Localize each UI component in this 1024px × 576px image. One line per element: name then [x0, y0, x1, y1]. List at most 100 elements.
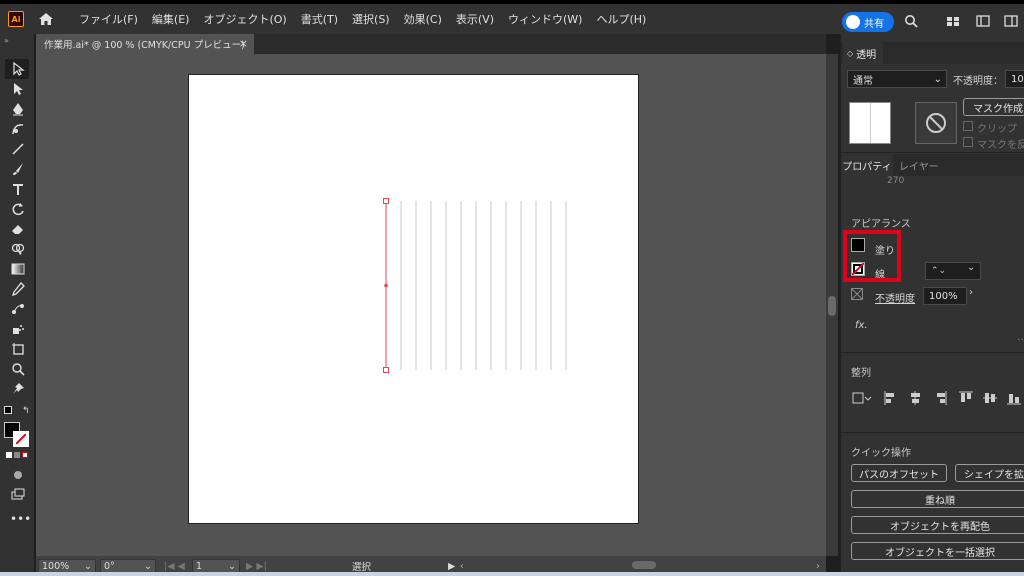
align-icons[interactable]: [851, 390, 1024, 406]
person-icon: [846, 15, 860, 29]
right-panel: ◇透明 通常 ⌄ 不透明度： 100 マスク作成 クリップ マスクを反 プロパティ…: [840, 34, 1024, 572]
stroke-swatch[interactable]: [13, 431, 29, 447]
chevron-right-icon[interactable]: ›: [969, 287, 981, 305]
appearance-opacity-label[interactable]: 不透明度: [875, 290, 915, 305]
menu-object[interactable]: オブジェクト(O): [196, 11, 293, 27]
menu-type[interactable]: 書式(T): [294, 11, 345, 27]
fx-icon[interactable]: fx.: [855, 320, 868, 331]
panel-layout-icon[interactable]: [1004, 14, 1018, 28]
artboard-number-field[interactable]: 1 ⌄: [192, 559, 240, 573]
artboard-tool-icon[interactable]: [10, 341, 26, 357]
recolor-button[interactable]: オブジェクトを再配色: [851, 516, 1024, 534]
home-icon[interactable]: [38, 11, 54, 27]
canvas-area[interactable]: [36, 54, 826, 556]
chevron-down-icon[interactable]: ⌄: [967, 262, 981, 280]
clip-checkbox[interactable]: [963, 121, 973, 131]
menu-view[interactable]: 表示(V): [449, 11, 501, 27]
status-menu-icon[interactable]: ▶: [448, 561, 455, 572]
scroll-thumb[interactable]: [828, 296, 836, 316]
rotation-value: 0°: [104, 560, 115, 572]
current-tool-label: 選択: [352, 562, 372, 573]
horizontal-scroll-thumb[interactable]: [632, 561, 656, 569]
direct-selection-tool-icon[interactable]: [10, 81, 26, 97]
share-button[interactable]: 共有: [842, 12, 894, 32]
first-artboard-icon[interactable]: |◀ ◀: [164, 561, 185, 572]
mask-thumbnail[interactable]: [915, 102, 957, 144]
arrange-documents-icon[interactable]: [946, 14, 960, 28]
document-tab[interactable]: 作業用.ai* @ 100 % (CMYK/CPU プレビュー) ×: [36, 34, 254, 54]
tools-panel: » ↰ •••: [0, 34, 34, 576]
transparency-panel-header: ◇ 透明: [841, 42, 1024, 64]
search-icon[interactable]: [904, 14, 918, 28]
opacity-swatch-icon: [851, 288, 863, 300]
chevron-down-icon: ⌄: [933, 73, 942, 85]
vertical-scrollbar[interactable]: [826, 54, 838, 556]
opacity-input[interactable]: 100: [1005, 70, 1024, 88]
eyedropper-tool-icon[interactable]: [10, 281, 26, 297]
default-colors-icon[interactable]: [4, 406, 12, 414]
more-icon[interactable]: …: [1017, 332, 1024, 343]
select-same-button[interactable]: オブジェクトを一括選択: [851, 542, 1024, 560]
tab-transparency[interactable]: ◇ 透明: [843, 42, 883, 64]
selection-tool-icon[interactable]: [10, 61, 26, 77]
appearance-opacity-value: 100%: [929, 290, 958, 302]
menu-select[interactable]: 選択(S): [345, 11, 397, 27]
tab-properties[interactable]: プロパティ: [841, 154, 893, 176]
tab-layers[interactable]: レイヤー: [899, 154, 939, 176]
blend-mode-value: 通常: [853, 75, 873, 87]
scroll-right-icon[interactable]: ›: [816, 561, 820, 572]
appearance-opacity-input[interactable]: 100%: [923, 287, 967, 305]
menu-edit[interactable]: 編集(E): [145, 11, 197, 27]
expand-shape-button[interactable]: シェイプを拡: [955, 464, 1024, 482]
no-mask-icon: [926, 113, 946, 133]
zoom-value: 100%: [42, 560, 70, 572]
zoom-field[interactable]: 100% ⌄: [38, 559, 96, 573]
make-mask-button[interactable]: マスク作成: [963, 98, 1024, 116]
draw-mode-icon[interactable]: [10, 466, 26, 482]
blend-tool-icon[interactable]: [10, 301, 26, 317]
quick-actions-title: クイック操作: [851, 448, 911, 459]
document-tab-bar: 作業用.ai* @ 100 % (CMYK/CPU プレビュー) ×: [36, 34, 826, 54]
menu-file[interactable]: ファイル(F): [72, 11, 145, 27]
pin-icon[interactable]: [10, 381, 26, 397]
workspace-icon[interactable]: [976, 14, 990, 28]
rotate-tool-icon[interactable]: [10, 201, 26, 217]
zoom-tool-icon[interactable]: [10, 361, 26, 377]
swap-colors-icon[interactable]: ↰: [22, 406, 30, 416]
artboard[interactable]: [188, 74, 639, 524]
menu-items: ファイル(F) 編集(E) オブジェクト(O) 書式(T) 選択(S) 効果(C…: [72, 11, 653, 27]
menu-help[interactable]: ヘルプ(H): [589, 11, 653, 27]
partial-value: 270: [887, 176, 905, 186]
center-point: [384, 283, 388, 288]
color-mode-icons[interactable]: [6, 452, 28, 460]
blend-mode-select[interactable]: 通常 ⌄: [847, 70, 947, 88]
type-tool-icon[interactable]: [10, 181, 26, 197]
offset-path-button[interactable]: パスのオフセット: [851, 464, 947, 482]
menu-window[interactable]: ウィンドウ(W): [501, 11, 589, 27]
curvature-tool-icon[interactable]: [10, 121, 26, 137]
arrange-button[interactable]: 重ね順: [851, 490, 1024, 508]
divider: [841, 352, 1024, 353]
menu-effect[interactable]: 効果(C): [397, 11, 449, 27]
invert-mask-checkbox[interactable]: [963, 137, 973, 147]
anchor-top[interactable]: [383, 198, 389, 204]
collapse-icon[interactable]: »: [4, 36, 9, 45]
pen-tool-icon[interactable]: [10, 101, 26, 117]
line-tool-icon[interactable]: [10, 141, 26, 157]
scroll-left-icon[interactable]: ‹: [460, 561, 464, 572]
more-tools-icon[interactable]: •••: [10, 512, 31, 526]
eraser-tool-icon[interactable]: [10, 221, 26, 237]
last-artboard-icon[interactable]: ▶ ▶|: [246, 561, 267, 572]
anchor-bottom[interactable]: [383, 367, 389, 373]
menu-bar: Ai ファイル(F) 編集(E) オブジェクト(O) 書式(T) 選択(S) 効…: [0, 0, 1024, 34]
gradient-tool-icon[interactable]: [10, 261, 26, 277]
stepper-icon[interactable]: ⌃⌄: [931, 266, 946, 276]
vertical-lines-group[interactable]: [189, 75, 640, 525]
rotation-field[interactable]: 0° ⌄: [100, 559, 156, 573]
paintbrush-tool-icon[interactable]: [10, 161, 26, 177]
screen-mode-icon[interactable]: [10, 486, 26, 502]
object-thumbnail[interactable]: [849, 102, 891, 144]
symbol-sprayer-tool-icon[interactable]: [10, 321, 26, 337]
close-icon[interactable]: ×: [239, 37, 248, 50]
shape-builder-tool-icon[interactable]: [10, 241, 26, 257]
